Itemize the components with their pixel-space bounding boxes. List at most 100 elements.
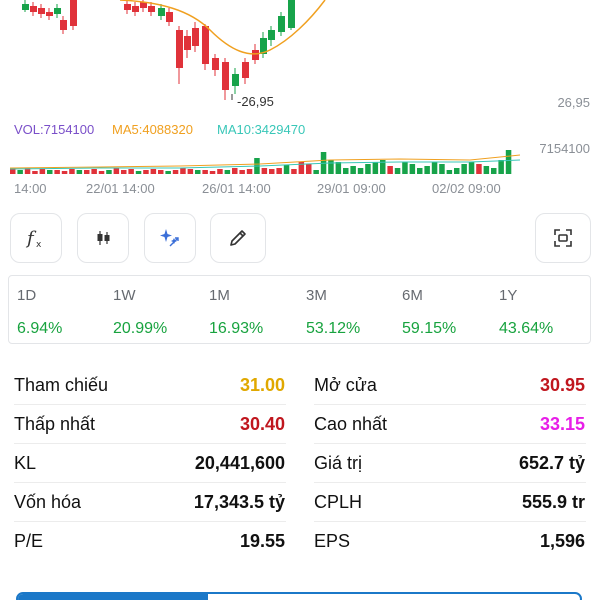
ai-analysis-button[interactable] xyxy=(144,213,196,263)
low-price-value: 30.40 xyxy=(239,414,285,434)
shares-outstanding-label: CPLH xyxy=(314,492,363,512)
volume-bar xyxy=(461,164,467,174)
period-3m[interactable]: 3M 53.12% xyxy=(306,276,402,345)
period-label: 6M xyxy=(402,287,423,304)
volume-bar xyxy=(283,165,290,174)
volume-bar xyxy=(224,170,231,174)
chart-canvas[interactable]: -26,95 26,95 VOL:7154100 MA5:4088320 MA10:34… xyxy=(0,0,600,200)
volume-bar xyxy=(335,162,342,174)
volume-bar xyxy=(394,168,401,174)
volume-bar xyxy=(505,150,512,174)
volume-bar xyxy=(47,170,53,174)
volume-bar xyxy=(195,170,201,174)
period-label: 3M xyxy=(306,287,327,304)
volume-bar xyxy=(232,168,238,174)
period-change: 59.15% xyxy=(402,320,457,337)
volume-bar xyxy=(328,160,334,174)
stats-row: Vốn hóa 17,343.5 tỷ CPLH 555.9 tr xyxy=(0,483,600,522)
candle-body xyxy=(232,74,239,86)
fullscreen-button[interactable] xyxy=(535,213,591,263)
period-1y[interactable]: 1Y 43.64% xyxy=(499,276,595,345)
period-change: 53.12% xyxy=(306,320,361,337)
volume-bar xyxy=(187,169,194,174)
volume-bar xyxy=(372,162,379,174)
volume-bar xyxy=(276,168,282,174)
low-price-marker: -26,95 xyxy=(237,94,274,109)
volume-bar xyxy=(261,168,268,174)
pencil-icon xyxy=(230,230,246,246)
time-axis-label: 22/01 14:00 xyxy=(86,181,155,196)
volume-bar xyxy=(76,170,83,174)
candle-body xyxy=(222,62,229,90)
candle-body xyxy=(54,8,61,14)
high-price-value: 33.15 xyxy=(539,414,585,434)
bottom-tab-active[interactable] xyxy=(18,594,208,600)
volume-value: 20,441,600 xyxy=(194,453,285,473)
volume-bar xyxy=(158,170,164,174)
high-price-label: Cao nhất xyxy=(314,414,388,434)
volume-bar xyxy=(165,171,171,174)
shares-outstanding-value: 555.9 tr xyxy=(521,492,585,512)
period-label: 1M xyxy=(209,287,230,304)
volume-bar xyxy=(113,168,120,174)
volume-bar xyxy=(431,162,438,174)
time-axis-label: 14:00 xyxy=(14,181,47,196)
eps-label: EPS xyxy=(314,531,351,551)
volume-bar xyxy=(417,168,423,174)
volume-bar xyxy=(39,169,46,174)
candle-body xyxy=(158,8,165,16)
svg-text:x: x xyxy=(36,240,42,250)
candle-body xyxy=(288,0,295,28)
volume-bar xyxy=(424,166,430,174)
period-change: 16.93% xyxy=(209,320,264,337)
volume-bar xyxy=(202,170,208,174)
trade-value-value: 652.7 tỷ xyxy=(518,453,585,473)
volume-bar xyxy=(91,169,97,174)
candle-body xyxy=(212,58,219,70)
volume-bar xyxy=(135,171,142,174)
volume-bar xyxy=(468,162,475,174)
pe-value: 19.55 xyxy=(239,531,285,551)
ai-sparkle-icon xyxy=(160,229,179,247)
performance-periods: 1D 6.94% 1W 20.99% 1M 16.93% 3M 53.12% 6… xyxy=(8,275,591,344)
period-1d[interactable]: 1D 6.94% xyxy=(17,276,113,345)
volume-bar xyxy=(61,171,68,174)
chart-type-button[interactable] xyxy=(77,213,129,263)
price-axis-label: 26,95 xyxy=(557,95,590,110)
period-1w[interactable]: 1W 20.99% xyxy=(113,276,209,345)
volume-bar xyxy=(498,160,504,174)
volume-bar xyxy=(357,168,364,174)
trade-value-label: Giá trị xyxy=(314,453,363,473)
candle-body xyxy=(242,62,249,78)
period-1m[interactable]: 1M 16.93% xyxy=(209,276,305,345)
volume-bar xyxy=(350,166,356,174)
volume-bar xyxy=(387,166,393,174)
time-axis-label: 26/01 14:00 xyxy=(202,181,271,196)
volume-bar xyxy=(143,170,149,174)
volume-bar xyxy=(32,171,38,174)
indicator-function-button[interactable]: f x xyxy=(10,213,62,263)
candle-body xyxy=(148,6,155,12)
candle-body xyxy=(252,50,259,60)
bottom-tab-bar[interactable] xyxy=(16,592,582,600)
drawing-tool-button[interactable] xyxy=(210,213,266,263)
candle-body xyxy=(46,12,53,16)
volume-bar xyxy=(313,170,319,174)
candle-body xyxy=(132,6,139,12)
volume-bar xyxy=(239,170,245,174)
stats-row: Thấp nhất 30.40 Cao nhất 33.15 xyxy=(0,405,600,444)
period-change: 6.94% xyxy=(17,320,63,337)
volume-bar xyxy=(343,168,349,174)
price-chart[interactable]: -26,95 26,95 VOL:7154100 MA5:4088320 MA10:34… xyxy=(0,0,600,200)
period-label: 1D xyxy=(17,287,37,304)
candle-body xyxy=(192,28,199,46)
reference-price-label: Tham chiếu xyxy=(14,375,109,395)
candle-body xyxy=(38,8,45,14)
period-label: 1Y xyxy=(499,287,518,304)
low-price-label: Thấp nhất xyxy=(14,414,96,434)
period-6m[interactable]: 6M 59.15% xyxy=(402,276,498,345)
volume-bar xyxy=(246,169,253,174)
volume-bar xyxy=(84,170,90,174)
volume-bar xyxy=(217,169,223,174)
volume-bar xyxy=(172,170,179,174)
